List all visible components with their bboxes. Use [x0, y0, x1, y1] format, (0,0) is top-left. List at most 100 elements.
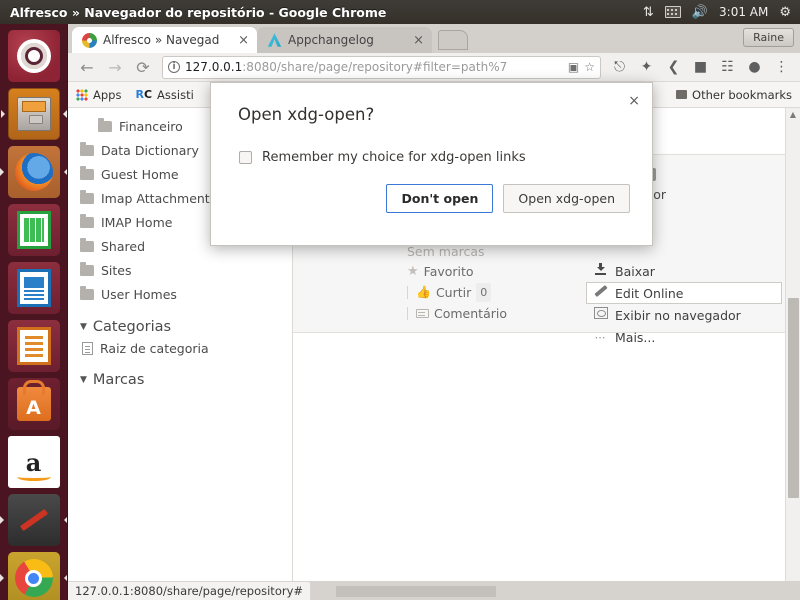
comment-label: Comentário — [434, 306, 507, 321]
tree-item-label: Imap Attachment — [101, 190, 210, 206]
status-bar: 127.0.0.1:8080/share/page/repository# — [68, 581, 312, 600]
ubuntu-dash-icon[interactable] — [7, 30, 60, 82]
remember-choice-row[interactable]: Remember my choice for xdg-open links — [211, 124, 652, 165]
back-chevron-icon[interactable]: ❮ — [661, 59, 686, 75]
tree-item-sites[interactable]: Sites — [80, 258, 292, 282]
tree-item-label: User Homes — [101, 286, 177, 302]
comment-icon — [416, 309, 429, 318]
ubuntu-top-panel: Alfresco » Navegador do repositório - Go… — [0, 0, 800, 24]
color-circle-icon[interactable]: ● — [742, 59, 767, 75]
action-edit-online-label: Edit Online — [615, 285, 684, 301]
forward-button[interactable]: → — [102, 58, 128, 77]
status-bar-url: 127.0.0.1:8080/share/page/repository# — [75, 584, 304, 598]
action-mais[interactable]: ⋯ Mais... — [586, 326, 782, 348]
camera-icon[interactable]: ■ — [688, 59, 713, 75]
dont-open-button[interactable]: Don't open — [386, 184, 494, 213]
reload-button[interactable]: ⟳ — [130, 58, 156, 77]
favorite-label: Favorito — [423, 264, 474, 279]
tree-item-label: Data Dictionary — [101, 142, 199, 158]
new-tab-button[interactable] — [438, 30, 468, 50]
rc-icon: RC — [135, 88, 153, 101]
libreoffice-calc-icon[interactable] — [7, 204, 60, 256]
browser-toolbar: ← → ⟳ i 127.0.0.1:8080/share/page/reposi… — [68, 53, 800, 82]
ubuntu-software-icon[interactable]: A — [7, 378, 60, 430]
network-updown-icon[interactable]: ⇅ — [643, 6, 654, 19]
wand-icon[interactable]: ✦ — [634, 59, 659, 75]
tags-heading: Marcas — [92, 372, 145, 388]
tree-item-label: Sites — [101, 262, 132, 278]
gear-icon[interactable]: ⚙ — [779, 6, 791, 19]
libreoffice-impress-icon[interactable] — [7, 262, 60, 314]
action-baixar-label: Baixar — [615, 263, 655, 279]
folder-icon — [80, 213, 94, 228]
tab-alfresco[interactable]: Alfresco » Navegad × — [72, 27, 257, 53]
tags-section-header[interactable]: ▼ Marcas — [80, 372, 292, 388]
amazon-icon[interactable]: a — [7, 436, 60, 488]
libreoffice-draw-icon[interactable] — [7, 320, 60, 372]
folder-icon — [80, 261, 94, 276]
tree-item-user-homes[interactable]: User Homes — [80, 282, 292, 306]
open-xdg-open-button[interactable]: Open xdg-open — [503, 184, 630, 213]
page-scrollbar[interactable]: ▲ ▼ — [785, 108, 800, 600]
folder-icon — [80, 141, 94, 156]
categories-heading: Categorias — [92, 319, 172, 335]
chrome-menu-icon[interactable]: ⋮ — [769, 59, 794, 75]
apps-grid-icon — [76, 88, 88, 101]
action-exibir-no-navegador[interactable]: Exibir no navegador — [586, 304, 782, 326]
keyboard-icon[interactable] — [664, 6, 681, 18]
bookmark-apps[interactable]: Apps — [76, 88, 121, 102]
clock[interactable]: 3:01 AM — [719, 5, 768, 19]
remember-choice-checkbox[interactable] — [239, 151, 252, 164]
category-root-label: Raiz de categoria — [100, 340, 209, 356]
other-bookmarks[interactable]: Other bookmarks — [676, 88, 792, 102]
firefox-icon[interactable] — [7, 146, 60, 198]
appchangelog-favicon — [267, 33, 282, 47]
url-path: :8080/share/page/repository#filter=path%… — [242, 60, 508, 74]
bookmark-manager-icon[interactable]: ☷ — [715, 59, 740, 75]
bookmark-assisti-label: Assisti — [157, 87, 194, 102]
horizontal-scrollbar[interactable] — [336, 586, 496, 597]
profile-button[interactable]: Raine — [743, 28, 794, 47]
files-icon[interactable] — [7, 88, 60, 140]
tab-alfresco-close-icon[interactable]: × — [238, 33, 249, 48]
dialog-buttons: Don't open Open xdg-open — [211, 165, 652, 213]
address-bar[interactable]: i 127.0.0.1:8080/share/page/repository#f… — [162, 55, 601, 79]
window-title: Alfresco » Navegador do repositório - Go… — [10, 4, 387, 20]
screen: Alfresco » Navegador do repositório - Go… — [0, 0, 800, 600]
dialog-close-icon[interactable]: × — [628, 93, 640, 109]
translate-icon[interactable]: ▣ — [568, 60, 579, 74]
other-bookmarks-label: Other bookmarks — [692, 87, 792, 102]
action-edit-online[interactable]: Edit Online — [586, 282, 782, 304]
tree-item-label: IMAP Home — [101, 214, 173, 230]
document-icon — [82, 341, 93, 355]
folder-icon — [80, 189, 94, 204]
tree-item-label: Guest Home — [101, 166, 179, 182]
url-host: 127.0.0.1 — [185, 60, 243, 74]
bookmark-star-icon[interactable]: ☆ — [584, 60, 595, 74]
back-button[interactable]: ← — [74, 58, 100, 77]
categories-section-header[interactable]: ▼ Categorias — [80, 319, 292, 335]
chrome-window: Alfresco » Navegad × Appchangelog × Rain… — [68, 24, 800, 600]
tab-appchangelog-close-icon[interactable]: × — [413, 33, 424, 48]
category-root-item[interactable]: Raiz de categoria — [80, 337, 292, 359]
eye-icon — [593, 307, 608, 323]
tab-appchangelog[interactable]: Appchangelog × — [257, 27, 432, 53]
address-bar-url: 127.0.0.1:8080/share/page/repository#fil… — [185, 60, 563, 74]
action-baixar[interactable]: Baixar — [586, 260, 782, 282]
google-chrome-icon[interactable] — [7, 552, 60, 600]
download-icon — [593, 263, 608, 279]
chevron-down-icon: ▼ — [80, 322, 87, 332]
cast-icon[interactable]: ⎋ — [607, 59, 632, 75]
scrollbar-thumb[interactable] — [788, 298, 799, 498]
volume-icon[interactable]: 🔊 — [692, 6, 708, 19]
help-icon[interactable] — [7, 494, 60, 546]
ellipsis-icon: ⋯ — [594, 330, 607, 344]
action-mais-label: Mais... — [615, 329, 656, 345]
folder-icon — [80, 237, 94, 252]
folder-icon — [98, 117, 112, 132]
alfresco-favicon — [82, 32, 97, 48]
remember-choice-label: Remember my choice for xdg-open links — [262, 150, 526, 165]
scroll-up-arrow-icon[interactable]: ▲ — [786, 108, 800, 122]
bookmark-assisti[interactable]: RC Assisti — [135, 88, 193, 102]
site-info-icon[interactable]: i — [168, 61, 180, 73]
